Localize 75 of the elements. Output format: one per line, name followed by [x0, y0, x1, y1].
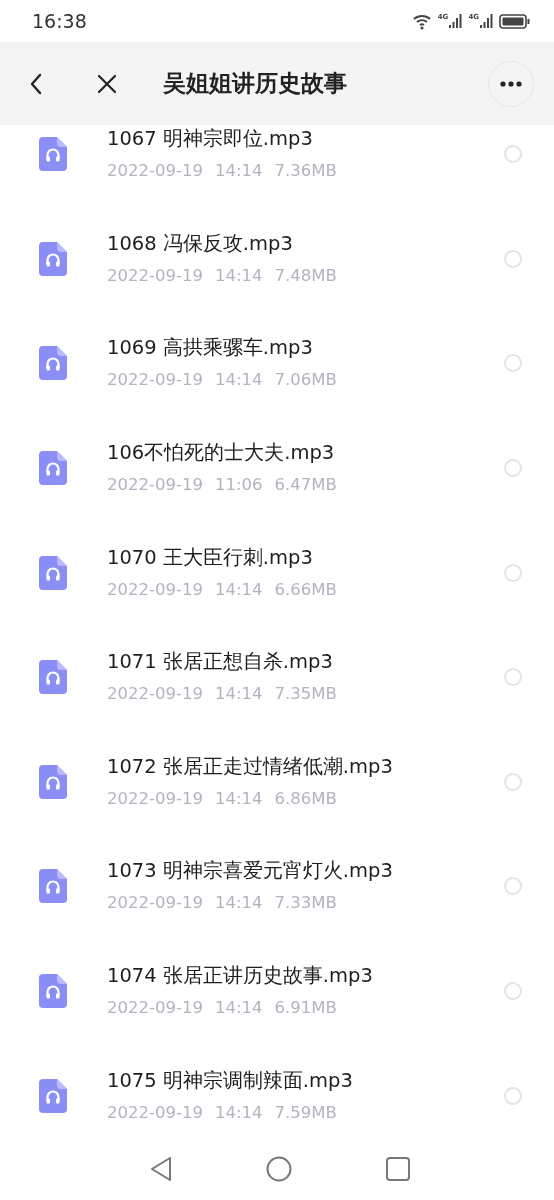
audio-file-icon — [39, 1078, 67, 1113]
file-name: 1071 张居正想自杀.mp3 — [107, 649, 334, 676]
file-date: 2022-09-19 — [107, 370, 203, 390]
battery-icon — [499, 13, 530, 29]
file-time: 14:14 — [214, 893, 263, 913]
file-time: 14:14 — [214, 579, 263, 599]
select-radio[interactable] — [504, 563, 522, 582]
clock: 16:38 — [32, 10, 87, 32]
back-nav-button[interactable] — [150, 1156, 172, 1182]
file-name: 1075 明神宗调制辣面.mp3 — [107, 1067, 354, 1094]
audio-file-icon — [39, 137, 67, 172]
recents-nav-button[interactable] — [386, 1157, 410, 1181]
triangle-icon — [150, 1156, 172, 1182]
file-size: 7.59MB — [274, 1102, 337, 1122]
file-time: 11:06 — [214, 475, 263, 495]
file-time: 14:14 — [214, 1102, 263, 1122]
select-radio[interactable] — [504, 459, 522, 478]
file-size: 7.33MB — [274, 893, 337, 913]
select-radio[interactable] — [504, 982, 522, 1001]
file-name: 1068 冯保反攻.mp3 — [107, 230, 294, 257]
select-radio[interactable] — [504, 877, 522, 896]
file-name: 1070 王大臣行刺.mp3 — [107, 544, 314, 571]
file-time: 14:14 — [214, 788, 263, 808]
file-size: 6.47MB — [274, 475, 337, 495]
file-size: 7.48MB — [274, 265, 337, 285]
wifi-icon — [411, 12, 432, 30]
audio-file-icon — [39, 764, 67, 799]
audio-file-icon — [39, 974, 67, 1009]
back-icon — [30, 72, 42, 95]
file-date: 2022-09-19 — [107, 1102, 203, 1122]
file-time: 14:14 — [214, 161, 263, 181]
select-radio[interactable] — [504, 354, 522, 373]
select-radio[interactable] — [504, 668, 522, 687]
file-time: 14:14 — [214, 684, 263, 704]
file-time: 14:14 — [214, 998, 263, 1018]
file-size: 7.35MB — [274, 684, 337, 704]
close-icon — [97, 73, 117, 94]
file-date: 2022-09-19 — [107, 998, 203, 1018]
file-size: 6.86MB — [274, 788, 337, 808]
audio-file-icon — [39, 346, 67, 381]
signal-icon — [449, 14, 463, 28]
page-title: 吴姐姐讲历史故事 — [163, 69, 348, 98]
file-date: 2022-09-19 — [107, 893, 203, 913]
audio-file-icon — [39, 869, 67, 904]
audio-file-icon — [39, 660, 67, 695]
file-size: 6.66MB — [274, 579, 337, 599]
square-icon — [386, 1157, 410, 1181]
file-name: 1073 明神宗喜爱元宵灯火.mp3 — [107, 858, 394, 885]
file-time: 14:14 — [214, 370, 263, 390]
file-date: 2022-09-19 — [107, 684, 203, 704]
file-name: 1072 张居正走过情绪低潮.mp3 — [107, 753, 394, 780]
file-size: 6.91MB — [274, 998, 337, 1018]
audio-file-icon — [39, 555, 67, 590]
file-date: 2022-09-19 — [107, 788, 203, 808]
more-icon — [500, 80, 522, 87]
circle-icon — [266, 1156, 292, 1182]
file-date: 2022-09-19 — [107, 475, 203, 495]
file-date: 2022-09-19 — [107, 265, 203, 285]
audio-file-icon — [39, 241, 67, 276]
file-size: 7.06MB — [274, 370, 337, 390]
file-name: 1069 高拱乘骡车.mp3 — [107, 335, 314, 362]
file-date: 2022-09-19 — [107, 161, 203, 181]
select-radio[interactable] — [504, 249, 522, 268]
file-name: 1074 张居正讲历史故事.mp3 — [107, 963, 374, 990]
file-name: 106不怕死的士大夫.mp3 — [107, 440, 336, 467]
signal-icon — [480, 14, 493, 28]
select-radio[interactable] — [504, 1086, 522, 1105]
select-radio[interactable] — [504, 772, 522, 791]
audio-file-icon — [39, 451, 67, 486]
home-nav-button[interactable] — [266, 1156, 292, 1182]
file-name: 1067 明神宗即位.mp3 — [107, 126, 314, 153]
file-time: 14:14 — [214, 265, 263, 285]
select-radio[interactable] — [504, 145, 522, 164]
file-size: 7.36MB — [274, 161, 337, 181]
file-date: 2022-09-19 — [107, 579, 203, 599]
